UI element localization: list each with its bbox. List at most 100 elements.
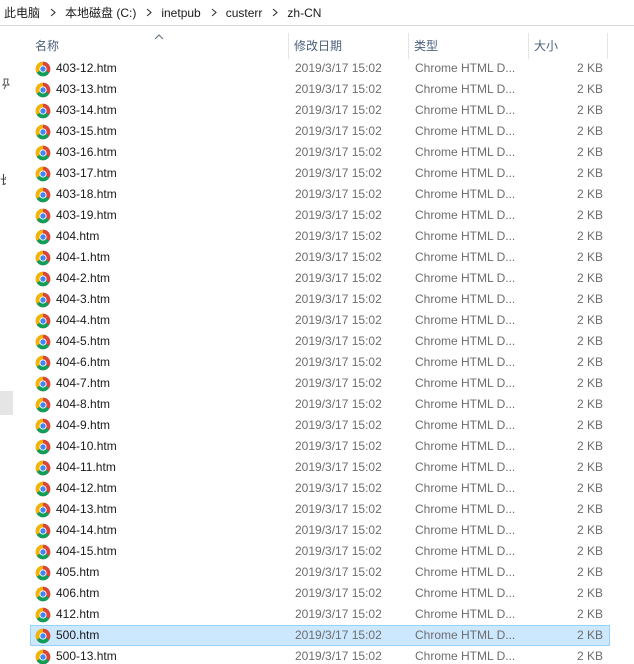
file-type: Chrome HTML D... (415, 229, 516, 243)
column-header-name[interactable]: 名称 (30, 33, 288, 59)
file-row[interactable]: 403-14.htm 2019/3/17 15:02 Chrome HTML D..… (30, 100, 610, 121)
file-name-cell[interactable]: 404-9.htm (31, 416, 289, 435)
file-name-cell[interactable]: 500-13.htm (31, 647, 289, 664)
file-row[interactable]: 403-12.htm 2019/3/17 15:02 Chrome HTML D..… (30, 58, 610, 79)
breadcrumb: 此电脑 本地磁盘 (C:) inetpub custerr zh-CN (0, 0, 634, 26)
breadcrumb-item[interactable]: inetpub (157, 0, 205, 26)
file-name-cell[interactable]: 403-12.htm (31, 59, 289, 78)
file-row[interactable]: 404-11.htm 2019/3/17 15:02 Chrome HTML D..… (30, 457, 610, 478)
file-name-cell[interactable]: 404-15.htm (31, 542, 289, 561)
breadcrumb-item[interactable]: 此电脑 (0, 0, 45, 26)
file-size: 2 KB (576, 61, 603, 75)
chrome-html-file-icon (35, 208, 51, 224)
column-header-size[interactable]: 大小 (528, 33, 608, 59)
file-name-cell[interactable]: 404-12.htm (31, 479, 289, 498)
file-type: Chrome HTML D... (415, 334, 516, 348)
file-row[interactable]: 403-15.htm 2019/3/17 15:02 Chrome HTML D..… (30, 121, 610, 142)
chrome-html-file-icon (35, 649, 51, 664)
file-row[interactable]: 403-16.htm 2019/3/17 15:02 Chrome HTML D..… (30, 142, 610, 163)
file-name-cell[interactable]: 403-13.htm (31, 80, 289, 99)
nav-item-fragment[interactable]: 长 (0, 171, 6, 188)
file-row[interactable]: 404-6.htm 2019/3/17 15:02 Chrome HTML D...… (30, 352, 610, 373)
chrome-html-file-icon (35, 418, 51, 434)
file-row[interactable]: 404.htm 2019/3/17 15:02 Chrome HTML D... 2 … (30, 226, 610, 247)
chevron-right-icon[interactable] (45, 8, 61, 17)
chrome-html-file-icon (35, 334, 51, 350)
file-name-cell[interactable]: 403-14.htm (31, 101, 289, 120)
file-date: 2019/3/17 15:02 (295, 460, 382, 474)
file-row[interactable]: 404-15.htm 2019/3/17 15:02 Chrome HTML D..… (30, 541, 610, 562)
file-row[interactable]: 404-13.htm 2019/3/17 15:02 Chrome HTML D..… (30, 499, 610, 520)
file-name-cell[interactable]: 403-19.htm (31, 206, 289, 225)
file-row[interactable]: 404-9.htm 2019/3/17 15:02 Chrome HTML D...… (30, 415, 610, 436)
file-row[interactable]: 404-2.htm 2019/3/17 15:02 Chrome HTML D...… (30, 268, 610, 289)
file-size: 2 KB (576, 628, 603, 642)
file-type: Chrome HTML D... (415, 565, 516, 579)
file-date: 2019/3/17 15:02 (295, 544, 382, 558)
file-name-cell[interactable]: 404-13.htm (31, 500, 289, 519)
chrome-html-file-icon (35, 82, 51, 98)
file-name-cell[interactable]: 403-17.htm (31, 164, 289, 183)
file-size: 2 KB (576, 544, 603, 558)
file-name-cell[interactable]: 403-16.htm (31, 143, 289, 162)
file-row[interactable]: 404-10.htm 2019/3/17 15:02 Chrome HTML D..… (30, 436, 610, 457)
file-row[interactable]: 404-4.htm 2019/3/17 15:02 Chrome HTML D...… (30, 310, 610, 331)
file-name-cell[interactable]: 403-18.htm (31, 185, 289, 204)
file-name-cell[interactable]: 404-11.htm (31, 458, 289, 477)
file-name-cell[interactable]: 404-4.htm (31, 311, 289, 330)
file-name-cell[interactable]: 406.htm (31, 584, 289, 603)
file-size: 2 KB (576, 82, 603, 96)
breadcrumb-item[interactable]: custerr (222, 0, 268, 26)
file-row[interactable]: 405.htm 2019/3/17 15:02 Chrome HTML D... 2 … (30, 562, 610, 583)
file-name-cell[interactable]: 412.htm (31, 605, 289, 624)
file-row[interactable]: 403-19.htm 2019/3/17 15:02 Chrome HTML D..… (30, 205, 610, 226)
file-name: 404-1.htm (56, 250, 111, 264)
file-name-cell[interactable]: 405.htm (31, 563, 289, 582)
file-name-cell[interactable]: 404-3.htm (31, 290, 289, 309)
chevron-right-icon[interactable] (141, 8, 157, 17)
file-size: 2 KB (576, 187, 603, 201)
file-name-cell[interactable]: 404-5.htm (31, 332, 289, 351)
file-type: Chrome HTML D... (415, 313, 516, 327)
file-name-cell[interactable]: 404.htm (31, 227, 289, 246)
file-name-cell[interactable]: 404-10.htm (31, 437, 289, 456)
file-row[interactable]: 403-13.htm 2019/3/17 15:02 Chrome HTML D..… (30, 79, 610, 100)
file-row[interactable]: 404-5.htm 2019/3/17 15:02 Chrome HTML D...… (30, 331, 610, 352)
file-name-cell[interactable]: 404-8.htm (31, 395, 289, 414)
file-row[interactable]: 500-13.htm 2019/3/17 15:02 Chrome HTML D..… (30, 646, 610, 664)
file-date: 2019/3/17 15:02 (295, 229, 382, 243)
column-header-date[interactable]: 修改日期 (288, 33, 408, 59)
breadcrumb-item[interactable]: 本地磁盘 (C:) (61, 0, 141, 26)
file-name-cell[interactable]: 403-15.htm (31, 122, 289, 141)
file-size: 2 KB (576, 208, 603, 222)
file-name-cell[interactable]: 404-6.htm (31, 353, 289, 372)
breadcrumb-item[interactable]: zh-CN (283, 0, 326, 26)
file-row[interactable]: 404-1.htm 2019/3/17 15:02 Chrome HTML D...… (30, 247, 610, 268)
file-row[interactable]: 404-3.htm 2019/3/17 15:02 Chrome HTML D...… (30, 289, 610, 310)
file-name-cell[interactable]: 500.htm (31, 626, 289, 645)
file-row[interactable]: 406.htm 2019/3/17 15:02 Chrome HTML D... 2 … (30, 583, 610, 604)
chrome-html-file-icon (35, 565, 51, 581)
file-date: 2019/3/17 15:02 (295, 607, 382, 621)
chrome-html-file-icon (35, 61, 51, 77)
pin-icon[interactable] (1, 78, 11, 93)
file-row[interactable]: 404-8.htm 2019/3/17 15:02 Chrome HTML D...… (30, 394, 610, 415)
file-row[interactable]: 500.htm 2019/3/17 15:02 Chrome HTML D... 2 … (30, 625, 610, 646)
file-row[interactable]: 403-17.htm 2019/3/17 15:02 Chrome HTML D..… (30, 163, 610, 184)
chevron-right-icon[interactable] (206, 8, 222, 17)
chrome-html-file-icon (35, 481, 51, 497)
file-row[interactable]: 412.htm 2019/3/17 15:02 Chrome HTML D... 2 … (30, 604, 610, 625)
file-size: 2 KB (576, 649, 603, 663)
file-name-cell[interactable]: 404-2.htm (31, 269, 289, 288)
file-row[interactable]: 404-7.htm 2019/3/17 15:02 Chrome HTML D...… (30, 373, 610, 394)
column-header-type[interactable]: 类型 (408, 33, 528, 59)
file-row[interactable]: 404-14.htm 2019/3/17 15:02 Chrome HTML D..… (30, 520, 610, 541)
chevron-right-icon[interactable] (267, 8, 283, 17)
file-date: 2019/3/17 15:02 (295, 145, 382, 159)
file-name-cell[interactable]: 404-1.htm (31, 248, 289, 267)
file-name-cell[interactable]: 404-7.htm (31, 374, 289, 393)
file-type: Chrome HTML D... (415, 397, 516, 411)
file-row[interactable]: 404-12.htm 2019/3/17 15:02 Chrome HTML D..… (30, 478, 610, 499)
file-name-cell[interactable]: 404-14.htm (31, 521, 289, 540)
file-row[interactable]: 403-18.htm 2019/3/17 15:02 Chrome HTML D..… (30, 184, 610, 205)
